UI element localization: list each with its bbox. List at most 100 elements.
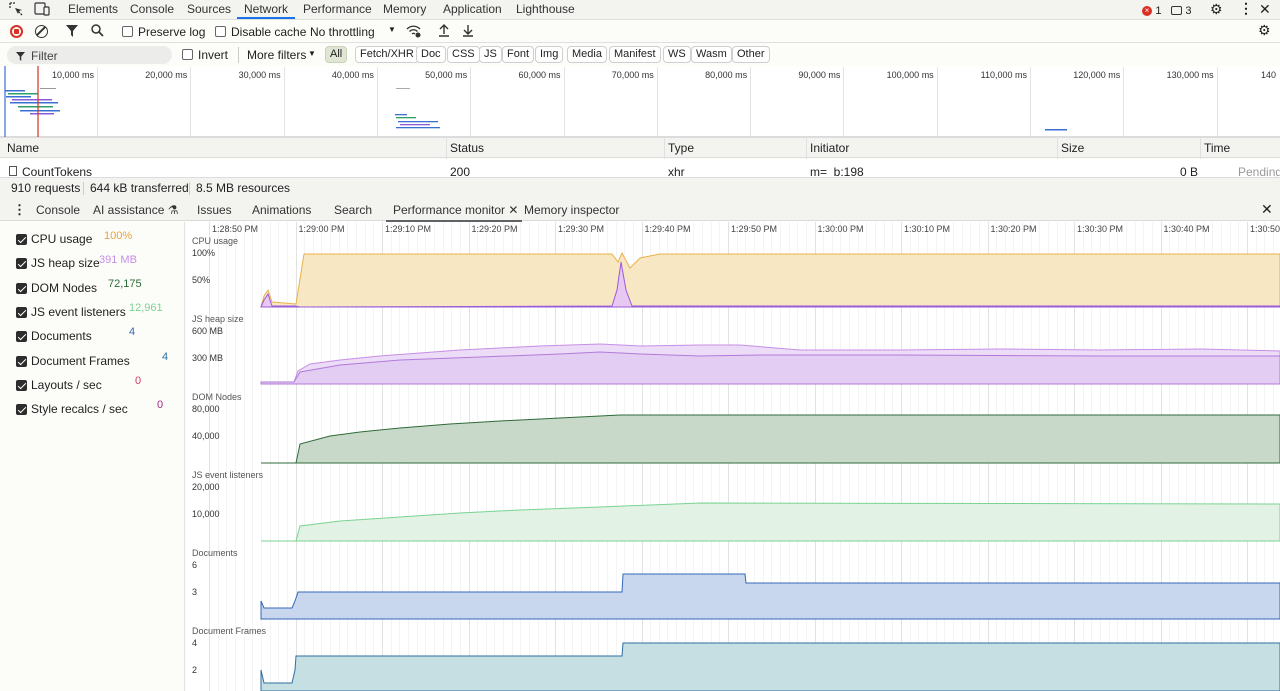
- clear-icon[interactable]: [35, 25, 48, 38]
- col-name[interactable]: Name: [7, 141, 39, 155]
- device-toolbar-icon[interactable]: [34, 2, 50, 16]
- message-count-badge[interactable]: 3: [1171, 3, 1191, 17]
- minor-gridline: [840, 222, 842, 691]
- inspect-element-icon[interactable]: [9, 2, 23, 16]
- tab-performance[interactable]: Performance: [303, 0, 372, 19]
- col-type[interactable]: Type: [668, 141, 694, 155]
- minor-gridline: [797, 222, 799, 691]
- minor-gridline: [1048, 222, 1050, 691]
- tab-application[interactable]: Application: [443, 0, 502, 19]
- more-filters-chevron-icon: ▼: [308, 49, 316, 58]
- drawer-tab-performance-monitor[interactable]: Performance monitor ✕: [386, 203, 523, 222]
- filter-js[interactable]: JS: [479, 46, 502, 63]
- preserve-log-checkbox[interactable]: [122, 26, 133, 37]
- minor-gridline: [1143, 222, 1145, 691]
- error-count-badge[interactable]: × 1: [1142, 3, 1161, 17]
- tab-console[interactable]: Console: [130, 0, 174, 19]
- frames-axis-label: 4: [192, 638, 198, 648]
- minor-gridline: [952, 222, 954, 691]
- disable-cache-checkbox[interactable]: [215, 26, 226, 37]
- main-tab-bar: Elements Console Sources Network Perform…: [0, 0, 1280, 20]
- filter-img[interactable]: Img: [535, 46, 564, 63]
- minor-gridline: [234, 222, 236, 691]
- drawer-tab-search[interactable]: Search: [334, 203, 372, 217]
- minor-gridline: [580, 222, 582, 691]
- filter-font[interactable]: Font: [502, 46, 535, 63]
- invert-checkbox[interactable]: [182, 49, 193, 60]
- close-drawer-icon[interactable]: ✕: [1261, 201, 1273, 218]
- minor-gridline: [1125, 222, 1127, 691]
- error-icon: ×: [1142, 5, 1152, 16]
- record-stop-icon[interactable]: [10, 25, 23, 38]
- minor-gridline: [1229, 222, 1231, 691]
- more-options-icon[interactable]: ⋮: [1239, 1, 1253, 15]
- drawer-tab-console[interactable]: Console: [36, 203, 80, 217]
- tab-sources[interactable]: Sources: [187, 0, 231, 19]
- throttling-select[interactable]: No throttling ▼: [304, 21, 396, 41]
- filter-fetch-xhr[interactable]: Fetch/XHR: [355, 46, 419, 63]
- metric-checkbox[interactable]: [16, 404, 27, 416]
- minor-gridline: [416, 222, 418, 691]
- col-size[interactable]: Size: [1061, 141, 1084, 155]
- drawer-tab-issues[interactable]: Issues: [197, 203, 232, 217]
- import-har-icon[interactable]: [438, 24, 450, 40]
- drawer-menu-icon[interactable]: ⋮: [13, 202, 26, 218]
- close-devtools-icon[interactable]: ✕: [1259, 1, 1271, 17]
- col-time[interactable]: Time: [1204, 141, 1230, 155]
- filter-funnel-icon[interactable]: [66, 25, 78, 40]
- minor-gridline: [1238, 222, 1240, 691]
- metric-checkbox[interactable]: [16, 306, 27, 318]
- minor-gridline: [226, 222, 228, 691]
- minor-gridline: [883, 222, 885, 691]
- network-conditions-icon[interactable]: [406, 24, 421, 41]
- filter-input[interactable]: Filter: [7, 46, 172, 64]
- metric-checkbox[interactable]: [16, 258, 27, 270]
- drawer-tab-memory-inspector[interactable]: Memory inspector: [524, 203, 619, 217]
- request-count: 910 requests: [11, 181, 81, 195]
- metric-label: JS event listeners: [31, 304, 126, 319]
- minor-gridline: [433, 222, 435, 691]
- filter-ws[interactable]: WS: [663, 46, 691, 63]
- tab-lighthouse[interactable]: Lighthouse: [516, 0, 575, 19]
- tab-elements[interactable]: Elements: [68, 0, 118, 19]
- listeners-axis-label: 10,000: [192, 509, 220, 519]
- close-tab-icon[interactable]: ✕: [508, 203, 518, 217]
- filter-media[interactable]: Media: [567, 46, 607, 63]
- more-filters-button[interactable]: More filters: [247, 48, 306, 62]
- minor-gridline: [373, 222, 375, 691]
- filter-css[interactable]: CSS: [447, 46, 480, 63]
- filter-all[interactable]: All: [325, 46, 348, 63]
- metric-checkbox[interactable]: [16, 355, 27, 367]
- col-initiator[interactable]: Initiator: [810, 141, 849, 155]
- time-label: 1:30:40 PM: [1163, 224, 1210, 234]
- minor-gridline: [849, 222, 851, 691]
- drawer-tab-ai-assistance[interactable]: AI assistance ⚗: [93, 203, 178, 217]
- metric-checkbox[interactable]: [16, 379, 27, 391]
- minor-gridline: [269, 222, 271, 691]
- col-status[interactable]: Status: [450, 141, 484, 155]
- export-har-icon[interactable]: [462, 24, 474, 40]
- minor-gridline: [702, 222, 704, 691]
- drawer-tab-animations[interactable]: Animations: [252, 203, 311, 217]
- overview-bars-mid: [395, 88, 440, 129]
- tab-memory[interactable]: Memory: [383, 0, 426, 19]
- minor-gridline: [978, 222, 980, 691]
- metric-checkbox[interactable]: [16, 234, 27, 245]
- network-settings-gear-icon[interactable]: ⚙: [1258, 23, 1271, 37]
- minor-gridline: [1108, 222, 1110, 691]
- filter-wasm[interactable]: Wasm: [691, 46, 732, 63]
- table-row[interactable]: CountTokens 200 xhr m=_b:198 0 B Pending: [0, 159, 1280, 177]
- filter-other[interactable]: Other: [732, 46, 770, 63]
- settings-gear-icon[interactable]: ⚙: [1210, 2, 1223, 16]
- filter-manifest[interactable]: Manifest: [609, 46, 661, 63]
- dom-axis-label: 40,000: [192, 431, 220, 441]
- search-icon[interactable]: [91, 24, 104, 40]
- frames-axis-label: 2: [192, 665, 198, 675]
- tab-network[interactable]: Network: [237, 0, 296, 19]
- minor-gridline: [312, 222, 314, 691]
- metric-checkbox[interactable]: [16, 331, 27, 343]
- message-icon: [1171, 6, 1182, 16]
- metric-checkbox[interactable]: [16, 282, 27, 294]
- filter-doc[interactable]: Doc: [416, 46, 446, 63]
- time-label: 1:29:20 PM: [471, 224, 518, 234]
